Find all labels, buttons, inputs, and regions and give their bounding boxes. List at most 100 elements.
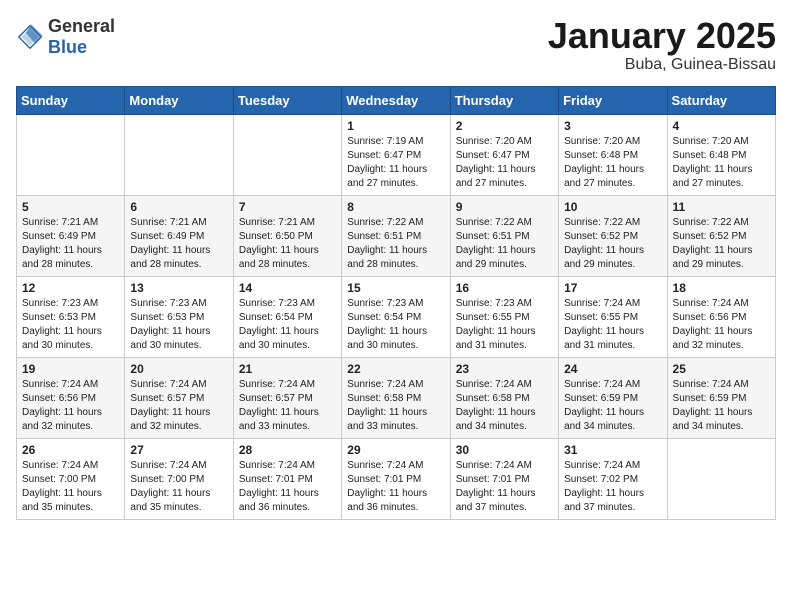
calendar-cell: 2Sunrise: 7:20 AM Sunset: 6:47 PM Daylig…	[450, 114, 558, 195]
day-number: 10	[564, 200, 661, 214]
calendar-cell: 29 Sunrise: 7:24 AM Sunset: 7:01 PM Dayli…	[342, 438, 450, 519]
day-info: Sunrise: 7:21 AM Sunset: 6:49 PM Dayligh…	[22, 216, 119, 272]
page-header: General Blue January 2025 Buba, Guinea-B…	[16, 16, 776, 74]
calendar-cell: 9Sunrise: 7:22 AM Sunset: 6:51 PM Daylig…	[450, 195, 558, 276]
calendar-cell: 24 Sunrise: 7:24 AM Sunset: 6:59 PM Dayli…	[559, 357, 667, 438]
day-number: 18	[673, 281, 770, 295]
calendar-cell: 27Sunrise: 7:24 AM Sunset: 7:00 PM Dayli…	[125, 438, 233, 519]
day-info: Sunrise: 7:22 AM Sunset: 6:51 PM Dayligh…	[456, 216, 553, 272]
day-number: 30	[456, 443, 553, 457]
day-number: 3	[564, 119, 661, 133]
day-info: Sunrise: 7:22 AM Sunset: 6:52 PM Dayligh…	[564, 216, 661, 272]
weekday-header-sunday: Sunday	[17, 86, 125, 114]
day-info: Sunrise: 7:23 AM Sunset: 6:53 PM Dayligh…	[130, 297, 227, 353]
calendar-week-row: 12 Sunrise: 7:23 AM Sunset: 6:53 PM Dayli…	[17, 276, 776, 357]
day-info: Sunrise: 7:22 AM Sunset: 6:51 PM Dayligh…	[347, 216, 444, 272]
logo: General Blue	[16, 16, 115, 58]
calendar-cell	[125, 114, 233, 195]
day-info: Sunrise: 7:23 AM Sunset: 6:54 PM Dayligh…	[239, 297, 336, 353]
calendar-cell: 23Sunrise: 7:24 AM Sunset: 6:58 PM Dayli…	[450, 357, 558, 438]
calendar-cell: 11Sunrise: 7:22 AM Sunset: 6:52 PM Dayli…	[667, 195, 775, 276]
day-number: 6	[130, 200, 227, 214]
day-number: 14	[239, 281, 336, 295]
calendar-cell: 21 Sunrise: 7:24 AM Sunset: 6:57 PM Dayli…	[233, 357, 341, 438]
day-number: 19	[22, 362, 119, 376]
weekday-header-thursday: Thursday	[450, 86, 558, 114]
weekday-header-row: SundayMondayTuesdayWednesdayThursdayFrid…	[17, 86, 776, 114]
weekday-header-wednesday: Wednesday	[342, 86, 450, 114]
day-info: Sunrise: 7:20 AM Sunset: 6:48 PM Dayligh…	[673, 135, 770, 191]
day-number: 25	[673, 362, 770, 376]
day-number: 15	[347, 281, 444, 295]
day-number: 12	[22, 281, 119, 295]
day-number: 28	[239, 443, 336, 457]
day-number: 5	[22, 200, 119, 214]
day-number: 2	[456, 119, 553, 133]
day-info: Sunrise: 7:24 AM Sunset: 6:59 PM Dayligh…	[564, 378, 661, 434]
calendar-cell: 31Sunrise: 7:24 AM Sunset: 7:02 PM Dayli…	[559, 438, 667, 519]
day-info: Sunrise: 7:21 AM Sunset: 6:49 PM Dayligh…	[130, 216, 227, 272]
day-info: Sunrise: 7:22 AM Sunset: 6:52 PM Dayligh…	[673, 216, 770, 272]
calendar-cell: 16 Sunrise: 7:23 AM Sunset: 6:55 PM Dayli…	[450, 276, 558, 357]
day-info: Sunrise: 7:23 AM Sunset: 6:54 PM Dayligh…	[347, 297, 444, 353]
calendar-cell: 28 Sunrise: 7:24 AM Sunset: 7:01 PM Dayli…	[233, 438, 341, 519]
day-number: 21	[239, 362, 336, 376]
calendar-cell: 6 Sunrise: 7:21 AM Sunset: 6:49 PM Daylig…	[125, 195, 233, 276]
day-info: Sunrise: 7:24 AM Sunset: 6:59 PM Dayligh…	[673, 378, 770, 434]
day-number: 24	[564, 362, 661, 376]
calendar-cell	[17, 114, 125, 195]
calendar-cell: 30 Sunrise: 7:24 AM Sunset: 7:01 PM Dayli…	[450, 438, 558, 519]
calendar-cell: 12 Sunrise: 7:23 AM Sunset: 6:53 PM Dayli…	[17, 276, 125, 357]
title-block: January 2025 Buba, Guinea-Bissau	[548, 16, 776, 74]
calendar-cell: 4 Sunrise: 7:20 AM Sunset: 6:48 PM Daylig…	[667, 114, 775, 195]
weekday-header-saturday: Saturday	[667, 86, 775, 114]
day-info: Sunrise: 7:19 AM Sunset: 6:47 PM Dayligh…	[347, 135, 444, 191]
calendar-cell: 1 Sunrise: 7:19 AM Sunset: 6:47 PM Daylig…	[342, 114, 450, 195]
calendar-week-row: 26 Sunrise: 7:24 AM Sunset: 7:00 PM Dayli…	[17, 438, 776, 519]
day-number: 7	[239, 200, 336, 214]
calendar-cell: 5 Sunrise: 7:21 AM Sunset: 6:49 PM Daylig…	[17, 195, 125, 276]
day-info: Sunrise: 7:24 AM Sunset: 6:58 PM Dayligh…	[347, 378, 444, 434]
weekday-header-friday: Friday	[559, 86, 667, 114]
day-info: Sunrise: 7:24 AM Sunset: 6:56 PM Dayligh…	[673, 297, 770, 353]
calendar-cell	[233, 114, 341, 195]
day-info: Sunrise: 7:24 AM Sunset: 7:01 PM Dayligh…	[347, 459, 444, 515]
day-info: Sunrise: 7:23 AM Sunset: 6:55 PM Dayligh…	[456, 297, 553, 353]
day-number: 29	[347, 443, 444, 457]
day-number: 1	[347, 119, 444, 133]
day-number: 26	[22, 443, 119, 457]
day-info: Sunrise: 7:24 AM Sunset: 7:02 PM Dayligh…	[564, 459, 661, 515]
day-number: 13	[130, 281, 227, 295]
day-number: 16	[456, 281, 553, 295]
day-number: 22	[347, 362, 444, 376]
calendar-cell: 13 Sunrise: 7:23 AM Sunset: 6:53 PM Dayli…	[125, 276, 233, 357]
day-info: Sunrise: 7:24 AM Sunset: 6:57 PM Dayligh…	[239, 378, 336, 434]
day-info: Sunrise: 7:24 AM Sunset: 7:01 PM Dayligh…	[239, 459, 336, 515]
day-info: Sunrise: 7:20 AM Sunset: 6:48 PM Dayligh…	[564, 135, 661, 191]
day-number: 27	[130, 443, 227, 457]
day-info: Sunrise: 7:21 AM Sunset: 6:50 PM Dayligh…	[239, 216, 336, 272]
calendar-cell: 10 Sunrise: 7:22 AM Sunset: 6:52 PM Dayli…	[559, 195, 667, 276]
day-info: Sunrise: 7:24 AM Sunset: 7:00 PM Dayligh…	[22, 459, 119, 515]
logo-blue-text: Blue	[48, 37, 87, 57]
day-info: Sunrise: 7:24 AM Sunset: 7:01 PM Dayligh…	[456, 459, 553, 515]
calendar-cell: 22 Sunrise: 7:24 AM Sunset: 6:58 PM Dayli…	[342, 357, 450, 438]
location-title: Buba, Guinea-Bissau	[548, 56, 776, 74]
weekday-header-tuesday: Tuesday	[233, 86, 341, 114]
calendar-week-row: 5 Sunrise: 7:21 AM Sunset: 6:49 PM Daylig…	[17, 195, 776, 276]
calendar-cell: 25 Sunrise: 7:24 AM Sunset: 6:59 PM Dayli…	[667, 357, 775, 438]
day-number: 4	[673, 119, 770, 133]
day-info: Sunrise: 7:23 AM Sunset: 6:53 PM Dayligh…	[22, 297, 119, 353]
calendar-cell: 3 Sunrise: 7:20 AM Sunset: 6:48 PM Daylig…	[559, 114, 667, 195]
month-title: January 2025	[548, 16, 776, 56]
calendar-week-row: 1 Sunrise: 7:19 AM Sunset: 6:47 PM Daylig…	[17, 114, 776, 195]
calendar-cell: 20Sunrise: 7:24 AM Sunset: 6:57 PM Dayli…	[125, 357, 233, 438]
day-info: Sunrise: 7:24 AM Sunset: 6:55 PM Dayligh…	[564, 297, 661, 353]
calendar-cell: 8 Sunrise: 7:22 AM Sunset: 6:51 PM Daylig…	[342, 195, 450, 276]
calendar-cell: 18 Sunrise: 7:24 AM Sunset: 6:56 PM Dayli…	[667, 276, 775, 357]
day-number: 8	[347, 200, 444, 214]
calendar-cell	[667, 438, 775, 519]
logo-general-text: General	[48, 16, 115, 36]
weekday-header-monday: Monday	[125, 86, 233, 114]
day-info: Sunrise: 7:24 AM Sunset: 6:56 PM Dayligh…	[22, 378, 119, 434]
